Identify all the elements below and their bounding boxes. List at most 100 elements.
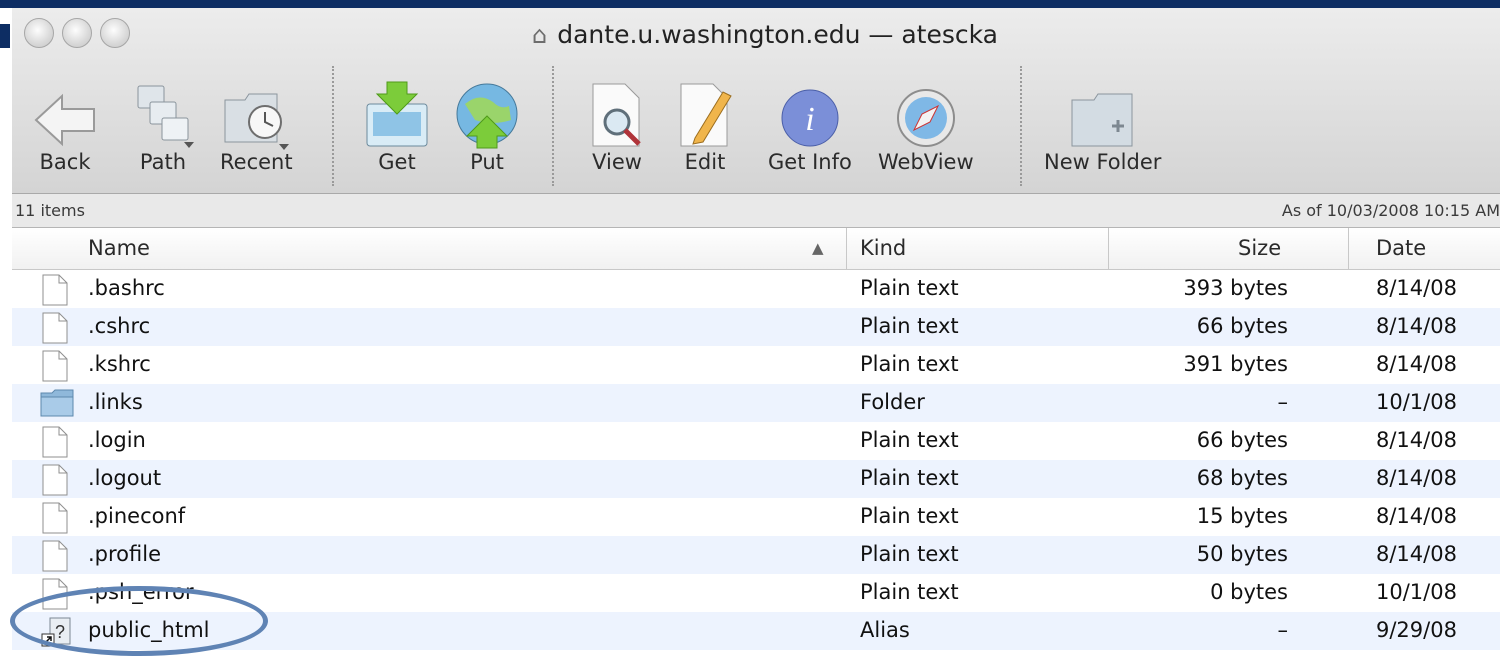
- document-icon: [40, 502, 72, 534]
- path-button[interactable]: Path: [128, 76, 198, 174]
- slide-top-bar: [0, 0, 1500, 8]
- get-info-label: Get Info: [768, 150, 852, 174]
- document-icon: [40, 464, 72, 496]
- minimize-window-button[interactable]: [62, 18, 92, 48]
- file-kind: Plain text: [860, 276, 959, 300]
- document-icon: [40, 350, 72, 382]
- file-row[interactable]: .bashrc Plain text 393 bytes 8/14/08: [12, 270, 1500, 308]
- file-list: .bashrc Plain text 393 bytes 8/14/08 .cs…: [12, 270, 1500, 650]
- get-button[interactable]: Get: [362, 76, 432, 174]
- get-info-button[interactable]: i Get Info: [768, 76, 852, 174]
- document-icon: [40, 540, 72, 572]
- back-button[interactable]: Back: [30, 76, 100, 174]
- new-folder-icon: [1068, 76, 1138, 150]
- file-row[interactable]: .cshrc Plain text 66 bytes 8/14/08: [12, 308, 1500, 346]
- close-window-button[interactable]: [24, 18, 54, 48]
- file-name: .links: [88, 390, 143, 414]
- webview-label: WebView: [878, 150, 974, 174]
- compass-icon: [891, 76, 961, 150]
- column-kind-header[interactable]: Kind: [860, 236, 906, 260]
- file-name: .bashrc: [88, 276, 165, 300]
- file-kind: Plain text: [860, 466, 959, 490]
- file-date: 8/14/08: [1376, 314, 1457, 338]
- home-icon: ⌂: [532, 20, 548, 49]
- info-icon: i: [775, 76, 845, 150]
- file-kind: Folder: [860, 390, 925, 414]
- file-size: 393 bytes: [1183, 276, 1288, 300]
- file-date: 8/14/08: [1376, 466, 1457, 490]
- file-name: .profile: [88, 542, 162, 566]
- file-date: 8/14/08: [1376, 428, 1457, 452]
- file-name: .pineconf: [88, 504, 186, 528]
- file-row[interactable]: .profile Plain text 50 bytes 8/14/08: [12, 536, 1500, 574]
- file-date: 9/29/08: [1376, 618, 1457, 642]
- status-bar: 11 items As of 10/03/2008 10:15 AM: [12, 194, 1500, 228]
- file-row[interactable]: .login Plain text 66 bytes 8/14/08: [12, 422, 1500, 460]
- path-label: Path: [139, 150, 187, 174]
- file-row[interactable]: .logout Plain text 68 bytes 8/14/08: [12, 460, 1500, 498]
- column-header: Name ▲ Kind Size Date: [12, 228, 1500, 270]
- folder-icon: [40, 388, 74, 418]
- edit-document-icon: [670, 76, 740, 150]
- file-date: 8/14/08: [1376, 276, 1457, 300]
- file-row[interactable]: .links Folder – 10/1/08: [12, 384, 1500, 422]
- file-size: 50 bytes: [1196, 542, 1288, 566]
- back-arrow-icon: [30, 76, 100, 150]
- column-name-header[interactable]: Name: [88, 236, 150, 260]
- file-kind: Plain text: [860, 542, 959, 566]
- file-date: 8/14/08: [1376, 352, 1457, 376]
- toolbar-separator: [332, 66, 334, 186]
- edit-label: Edit: [684, 150, 726, 174]
- path-icon: [128, 76, 198, 150]
- item-count: 11 items: [15, 201, 85, 220]
- file-size: –: [1277, 390, 1289, 414]
- file-date: 10/1/08: [1376, 390, 1457, 414]
- file-date: 8/14/08: [1376, 542, 1457, 566]
- column-date-header[interactable]: Date: [1376, 236, 1426, 260]
- recent-label: Recent: [220, 150, 293, 174]
- highlight-circle-annotation: [10, 586, 268, 656]
- recent-icon: [221, 76, 291, 150]
- file-kind: Plain text: [860, 314, 959, 338]
- new-folder-label: New Folder: [1044, 150, 1162, 174]
- document-icon: [40, 312, 72, 344]
- sort-ascending-icon: ▲: [812, 239, 824, 257]
- put-label: Put: [470, 150, 504, 174]
- view-button[interactable]: View: [582, 76, 652, 174]
- file-date: 8/14/08: [1376, 504, 1457, 528]
- titlebar: ⌂ dante.u.washington.edu — atescka Back: [12, 8, 1500, 194]
- refresh-timestamp: As of 10/03/2008 10:15 AM: [1281, 201, 1500, 220]
- file-row[interactable]: .pineconf Plain text 15 bytes 8/14/08: [12, 498, 1500, 536]
- edit-button[interactable]: Edit: [670, 76, 740, 174]
- new-folder-button[interactable]: New Folder: [1044, 76, 1161, 174]
- file-size: 15 bytes: [1196, 504, 1288, 528]
- back-label: Back: [39, 150, 91, 174]
- document-icon: [40, 426, 72, 458]
- column-divider[interactable]: [1348, 228, 1349, 269]
- view-document-icon: [582, 76, 652, 150]
- column-size-header[interactable]: Size: [1238, 236, 1281, 260]
- webview-button[interactable]: WebView: [878, 76, 974, 174]
- file-name: .login: [88, 428, 146, 452]
- toolbar-separator: [552, 66, 554, 186]
- column-divider[interactable]: [846, 228, 847, 269]
- file-size: 0 bytes: [1210, 580, 1288, 604]
- file-size: –: [1277, 618, 1289, 642]
- file-size: 68 bytes: [1196, 466, 1288, 490]
- file-kind: Alias: [860, 618, 910, 642]
- zoom-window-button[interactable]: [100, 18, 130, 48]
- document-icon: [40, 274, 72, 306]
- slide-bullet-mark: [0, 24, 10, 48]
- file-row[interactable]: .kshrc Plain text 391 bytes 8/14/08: [12, 346, 1500, 384]
- column-divider[interactable]: [1108, 228, 1109, 269]
- file-size: 391 bytes: [1183, 352, 1288, 376]
- svg-text:i: i: [805, 101, 814, 138]
- file-name: .kshrc: [88, 352, 151, 376]
- file-size: 66 bytes: [1196, 428, 1288, 452]
- toolbar-separator: [1020, 66, 1022, 186]
- file-kind: Plain text: [860, 580, 959, 604]
- ftp-browser-window: ⌂ dante.u.washington.edu — atescka Back: [12, 8, 1500, 669]
- slide-left-margin: [0, 8, 12, 669]
- put-button[interactable]: Put: [452, 76, 522, 174]
- recent-button[interactable]: Recent: [220, 76, 293, 174]
